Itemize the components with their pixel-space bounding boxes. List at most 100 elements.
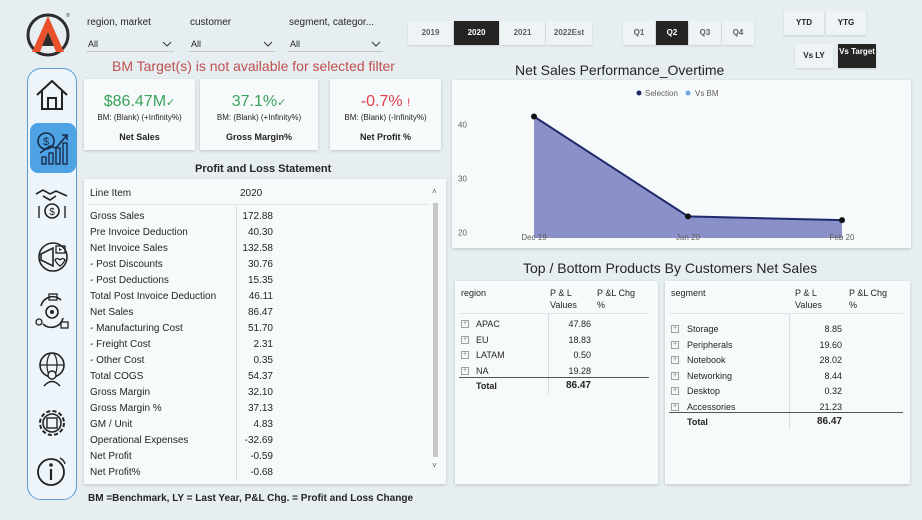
quarter-button-q3[interactable]: Q3	[689, 21, 721, 45]
region-header-divider	[459, 313, 649, 314]
pl-value: 30.76	[247, 259, 273, 270]
region-filter-label: region, market	[87, 17, 151, 28]
region-value: 19.28	[568, 365, 591, 376]
pl-line-item: Gross Margin	[90, 387, 151, 398]
pl-line-item: Gross Sales	[90, 211, 145, 222]
quarter-button-q1[interactable]: Q1	[623, 21, 655, 45]
pl-row: - Manufacturing Cost 51.70	[84, 321, 284, 337]
info-icon	[37, 457, 66, 486]
pl-line-item: Pre Invoice Deduction	[90, 227, 188, 238]
year-button-2021[interactable]: 2021	[500, 21, 545, 45]
segment-row[interactable]: + Notebook 28.02	[665, 353, 905, 368]
nav-marketing-view[interactable]	[28, 233, 76, 281]
kpi-title: Net Sales	[119, 132, 160, 142]
nav-finance-view[interactable]: $	[30, 123, 76, 173]
pl-line-item: GM / Unit	[90, 419, 133, 430]
scroll-down-icon[interactable]: ˅	[432, 461, 437, 470]
expand-icon[interactable]: +	[461, 351, 469, 359]
pl-header-year: 2020	[240, 188, 263, 199]
region-row[interactable]: + LATAM 0.50	[455, 348, 655, 363]
expand-icon[interactable]: +	[461, 335, 469, 344]
segment-row[interactable]: + Storage 8.85	[665, 322, 905, 337]
segment-row[interactable]: + Peripherals 19.60	[665, 338, 905, 353]
region-values-header: P & L Values	[550, 288, 577, 310]
year-button-2022est[interactable]: 2022Est	[546, 21, 592, 45]
vs-target-button[interactable]: Vs Target	[838, 44, 876, 68]
total-label: Total	[687, 417, 708, 427]
segment-filter-label: segment, categor...	[289, 17, 375, 28]
nav-executive-view[interactable]	[28, 345, 76, 393]
region-value: 47.86	[568, 319, 591, 329]
expand-icon[interactable]: +	[671, 371, 679, 380]
footer-note: BM =Benchmark, LY = Last Year, P&L Chg. …	[88, 493, 414, 504]
pl-row: Gross Sales 172.88	[84, 209, 284, 225]
nav-supply-chain-view[interactable]	[28, 287, 76, 335]
segment-name: Notebook	[687, 355, 726, 365]
svg-text:$: $	[49, 207, 55, 218]
pl-line-item: Gross Margin %	[90, 403, 162, 414]
nav-sales-view[interactable]: $	[28, 179, 76, 227]
nav-home[interactable]	[28, 71, 76, 119]
region-row[interactable]: + EU 18.83	[455, 333, 655, 348]
gear-icon	[39, 410, 65, 436]
expand-icon[interactable]: +	[671, 325, 679, 333]
pl-row: - Post Deductions 15.35	[84, 273, 284, 289]
segment-value: 28.02	[819, 355, 842, 365]
scroll-thumb[interactable]	[433, 203, 438, 457]
pl-value: 51.70	[247, 323, 273, 334]
segment-value: 0.32	[824, 386, 842, 396]
nav-info[interactable]	[28, 447, 76, 495]
pl-line-item: - Post Deductions	[90, 275, 169, 286]
pl-value: 37.13	[247, 403, 273, 414]
ytg-button[interactable]: YTG	[826, 11, 866, 35]
year-button-2020[interactable]: 2020	[454, 21, 499, 45]
nav-settings[interactable]	[28, 399, 76, 447]
chevron-down-icon	[263, 41, 273, 47]
total-value: 86.47	[816, 416, 842, 427]
y-tick-label: 40	[458, 121, 467, 130]
data-point[interactable]	[839, 217, 845, 224]
expand-icon[interactable]: +	[461, 320, 469, 328]
ytd-button[interactable]: YTD	[784, 11, 824, 35]
total-label: Total	[476, 381, 497, 391]
vs-ly-button[interactable]: Vs LY	[795, 44, 833, 68]
expand-icon[interactable]: +	[671, 402, 679, 411]
region-value: 0.50	[573, 350, 591, 360]
customer-filter-label: customer	[190, 17, 232, 28]
region-row[interactable]: + NA 19.28	[455, 364, 655, 379]
region-row[interactable]: + APAC 47.86	[455, 317, 655, 332]
expand-icon[interactable]: +	[461, 366, 469, 375]
check-icon: ✓	[166, 97, 176, 109]
dollar-growth-icon: $	[37, 132, 68, 165]
segment-value: 8.85	[824, 324, 842, 334]
chevron-down-icon	[371, 41, 381, 47]
segment-filter-dropdown[interactable]: All	[288, 36, 383, 52]
segment-row[interactable]: + Accessories 21.23	[665, 400, 905, 415]
expand-icon[interactable]: +	[671, 387, 679, 395]
kpi-benchmark: BM: (Blank) (+Infinity%)	[216, 113, 302, 122]
region-col-header: region	[461, 288, 487, 298]
segment-row[interactable]: + Desktop 0.32	[665, 384, 905, 399]
year-button-2019[interactable]: 2019	[408, 21, 453, 45]
data-point[interactable]	[685, 213, 691, 220]
supply-chain-gear-icon	[35, 293, 69, 329]
customer-filter-value: All	[191, 39, 202, 49]
quarter-button-q4[interactable]: Q4	[722, 21, 754, 45]
region-name: APAC	[476, 319, 500, 329]
expand-icon[interactable]: +	[671, 340, 679, 349]
pl-value: 54.37	[247, 371, 273, 382]
scrollbar[interactable]: ˄ ˅	[431, 185, 441, 479]
customer-filter-dropdown[interactable]: All	[189, 36, 275, 52]
scroll-up-icon[interactable]: ˄	[432, 187, 437, 196]
segment-row[interactable]: + Networking 8.44	[665, 369, 905, 384]
quarter-button-q2[interactable]: Q2	[656, 21, 688, 45]
pl-header-divider	[88, 204, 428, 205]
region-name: LATAM	[476, 350, 505, 360]
globe-person-icon	[39, 352, 65, 387]
y-tick-label: 30	[458, 175, 467, 184]
data-point[interactable]	[531, 113, 537, 120]
pl-row: - Post Discounts 30.76	[84, 257, 284, 273]
expand-icon[interactable]: +	[671, 356, 679, 364]
region-filter-dropdown[interactable]: All	[86, 36, 174, 52]
kpi-card-net-sales: $86.47M✓ BM: (Blank) (+Infinity%) Net Sa…	[84, 79, 195, 150]
